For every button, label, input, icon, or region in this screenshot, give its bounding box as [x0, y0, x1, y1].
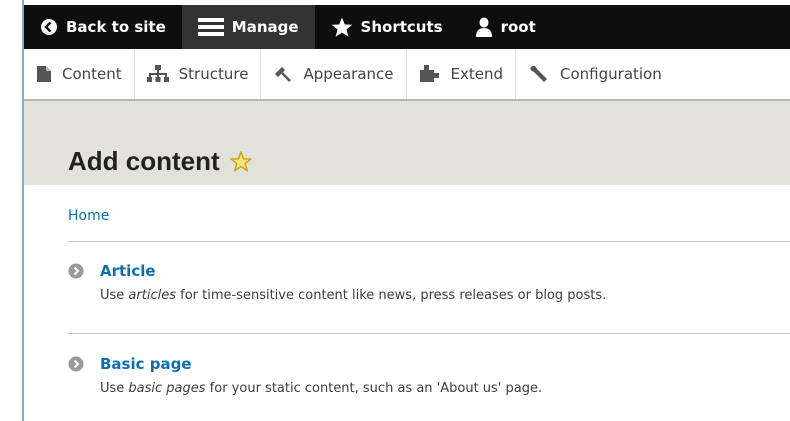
chevron-right-icon	[68, 263, 84, 279]
appearance-icon	[273, 65, 293, 83]
user-tab[interactable]: root	[459, 5, 552, 49]
back-to-site-label: Back to site	[66, 18, 166, 36]
shortcuts-label: Shortcuts	[360, 18, 443, 36]
tray-label-content: Content	[62, 65, 122, 83]
page-title: Add content	[68, 146, 252, 177]
divider	[68, 333, 790, 334]
desc-emphasis: articles	[128, 288, 176, 303]
tray-item-structure[interactable]: Structure	[135, 49, 262, 99]
configuration-icon	[528, 64, 550, 84]
tray-label-appearance: Appearance	[303, 65, 394, 83]
manage-tab[interactable]: Manage	[181, 5, 315, 49]
tray-label-extend: Extend	[450, 65, 504, 83]
back-arrow-icon	[40, 18, 58, 36]
page-title-text: Add content	[68, 146, 220, 176]
tray-item-appearance[interactable]: Appearance	[261, 49, 407, 99]
content-type-item: Basic page Use basic pages for your stat…	[68, 355, 790, 396]
hamburger-icon	[197, 17, 224, 37]
user-label: root	[500, 18, 536, 36]
desc-prefix: Use	[100, 288, 129, 303]
divider	[68, 241, 790, 242]
admin-toolbar: Back to site Manage Shortcuts root	[24, 5, 790, 49]
breadcrumb-home-link[interactable]: Home	[68, 208, 109, 224]
chevron-right-icon	[68, 356, 84, 372]
basic-page-link[interactable]: Basic page	[100, 355, 192, 373]
tray-item-extend[interactable]: Extend	[407, 49, 517, 99]
extend-icon	[419, 65, 441, 83]
tray-label-structure: Structure	[178, 65, 249, 83]
back-to-site-link[interactable]: Back to site	[24, 5, 182, 49]
desc-suffix: for time-sensitive content like news, pr…	[175, 288, 607, 303]
desc-prefix: Use	[100, 381, 129, 396]
structure-icon	[146, 65, 169, 83]
admin-tray: Content Structure Appearance Extend Conf…	[24, 49, 790, 101]
desc-emphasis: basic pages	[128, 381, 206, 396]
content-icon	[36, 65, 52, 83]
user-icon	[475, 17, 493, 37]
shortcut-star-icon[interactable]	[229, 151, 252, 172]
article-link[interactable]: Article	[100, 262, 156, 280]
desc-suffix: for your static content, such as an 'Abo…	[205, 381, 543, 396]
admin-frame: Back to site Manage Shortcuts root Conte…	[22, 0, 790, 421]
page-header: Add content	[24, 101, 790, 185]
star-icon	[331, 17, 353, 38]
tray-item-content[interactable]: Content	[24, 49, 135, 99]
article-description: Use articles for time-sensitive content …	[100, 288, 790, 303]
tray-label-configuration: Configuration	[560, 65, 662, 83]
tray-item-configuration[interactable]: Configuration	[516, 49, 674, 99]
content-type-item: Article Use articles for time-sensitive …	[68, 262, 790, 303]
manage-label: Manage	[231, 18, 299, 36]
shortcuts-tab[interactable]: Shortcuts	[315, 5, 459, 49]
basic-page-description: Use basic pages for your static content,…	[100, 381, 790, 396]
